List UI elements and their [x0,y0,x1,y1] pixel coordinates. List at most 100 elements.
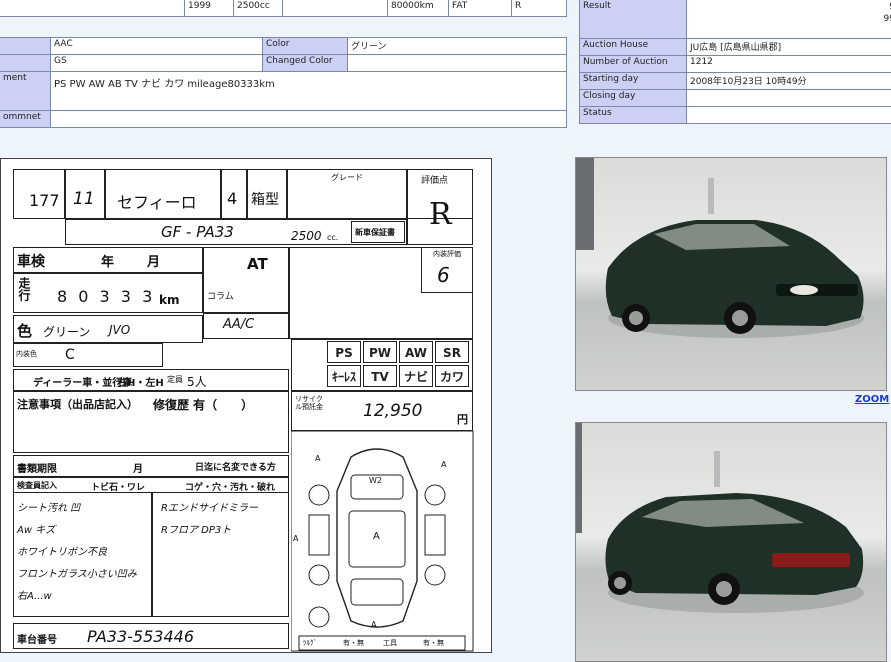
color-code-handwritten: JVO [109,323,130,337]
docs-month-label: 月 [133,460,143,475]
car-damage-diagram: A W2 A A A A [291,431,475,653]
capacity-label: 定員 [167,374,183,385]
equipment-cell: AW [399,341,433,363]
hand-drive-label: 右H・左H [117,374,164,389]
column-label: コラム [207,289,234,302]
year-handwritten: 11 [73,189,95,209]
month-label: 月 [147,251,160,270]
auction-house-label: Auction House [580,39,687,56]
yen-label: 円 [457,411,468,427]
recycle-label: リサイクル預託金 [295,395,325,411]
svg-text:A: A [315,454,321,463]
comment-value [51,111,567,128]
equipment-cell: TV [363,365,397,387]
engine-cell: 2500cc [234,0,283,17]
remark-line-right: Rフロア DP3ト [161,521,231,536]
equipment-cell: PS [327,341,361,363]
car-photo-front[interactable] [575,157,887,391]
svg-text:A: A [373,531,380,542]
auction-number-value: 1212 [687,56,891,73]
frame-label: 車台番号 [17,631,57,646]
mileage-handwritten: 8 0 3 3 3 [57,287,155,306]
status-label: Status [580,107,687,124]
cc-label: cc. [327,233,338,242]
body-handwritten: 箱型 [251,189,279,209]
docs-label: 書類期限 [17,460,57,475]
comment-label: ommnet [0,111,51,128]
remark-line: Aw キズ [17,521,55,536]
svg-text:W2: W2 [369,476,382,485]
result-value-1: 9 [690,1,891,13]
frame-number: PA33-553446 [87,627,194,646]
auction-number-label: Number of Auction [580,56,687,73]
equipment-cell: ｷｰﾚｽ [327,365,361,387]
changed-color-label: Changed Color [263,55,348,72]
score-label: 評価点 [421,173,448,186]
mileage-label: 走行 [16,277,33,301]
remark-line: フロントガラス小さい凹み [17,565,137,580]
details-table: AAC Color グリーン GS Changed Color ment PS … [0,37,567,128]
capacity-handwritten: 5人 [187,373,207,390]
color-value: グリーン [348,38,567,55]
starting-day-label: Starting day [580,73,687,90]
docs-day-label: 日迄に名変できる方 [195,460,276,473]
remark-line: シート汚れ 凹 [17,499,80,514]
mileage-cell: 80000km [388,0,449,17]
interior-color-handwritten: C [65,347,75,363]
remark-line: ホワイトリボン不良 [17,543,107,558]
equipment-cell: カワ [435,365,469,387]
remark-line: 右A...w [17,587,52,602]
svg-text:A: A [293,534,299,543]
chassis-handwritten: GF - PA33 [161,223,234,241]
diagram-bottom-label: ﾂﾙｸﾞ [303,638,317,648]
doors-handwritten: 4 [227,189,237,208]
ac-handwritten: AA/C [223,317,254,332]
repair-label: 修復歴 有（ ） [153,396,253,413]
details-value: GS [51,55,263,72]
closing-day-value [687,90,891,107]
auction-table: Result 9 99 Auction HouseJU広島 [広島県山県郡] N… [579,0,891,124]
interior-score: 6 [437,263,450,287]
diagram-bottom-label: 有・無 [343,638,364,648]
model-handwritten: セフィーロ [117,189,197,213]
color-label: Color [263,38,348,55]
color-sheet-label: 色 [17,320,32,341]
interior-score-label: 内装評価 [433,249,461,259]
equipment-cell: SR [435,341,469,363]
car-front-illustration [576,158,887,391]
new-warranty-label: 新車保証書 [355,227,395,238]
fuel-cell: FAT [449,0,512,17]
year-cell: 1999 [185,0,234,17]
interior-color-label: 内装色 [16,349,37,359]
notes-label: 注意事項（出品店記入） [17,396,138,412]
svg-text:A: A [441,460,447,469]
svg-text:A: A [371,620,377,629]
equipment-label: ment [0,72,51,111]
grade-cell: R [512,0,567,17]
displacement-handwritten: 2500 [291,229,322,243]
remark-line-right: Rエンドサイドミラー [161,499,258,514]
details-label [0,55,51,72]
status-value [687,107,891,124]
equipment-value: PS PW AW AB TV ナビ カワ mileage80333km [51,72,567,111]
result-value-2: 99 [690,13,891,25]
score-value: R [429,197,452,232]
details-label [0,38,51,55]
starting-day-value: 2008年10月23日 10時49分 [687,73,891,90]
equipment-cell: ナビ [399,365,433,387]
auction-sheet-image[interactable]: 177 11 セフィーロ 4 箱型 グレード 評価点 R GF - PA33 2… [0,158,492,653]
grade-box-label: グレード [331,172,363,183]
inspector-label: 検査員記入 [17,480,57,491]
closing-day-label: Closing day [580,90,687,107]
burn-hole-label: コゲ・穴・汚れ・破れ [185,480,275,493]
result-label: Result [580,0,687,39]
equipment-cell: PW [363,341,397,363]
lot-number: 177 [29,191,60,210]
details-value: AAC [51,38,263,55]
km-label: km [159,293,179,307]
zoom-link[interactable]: ZOOM [855,394,889,405]
recycle-amount: 12,950 [363,401,422,421]
diagram-bottom-label: 有・無 [423,638,444,648]
car-photo-rear[interactable] [575,422,887,662]
changed-color-value [348,55,567,72]
